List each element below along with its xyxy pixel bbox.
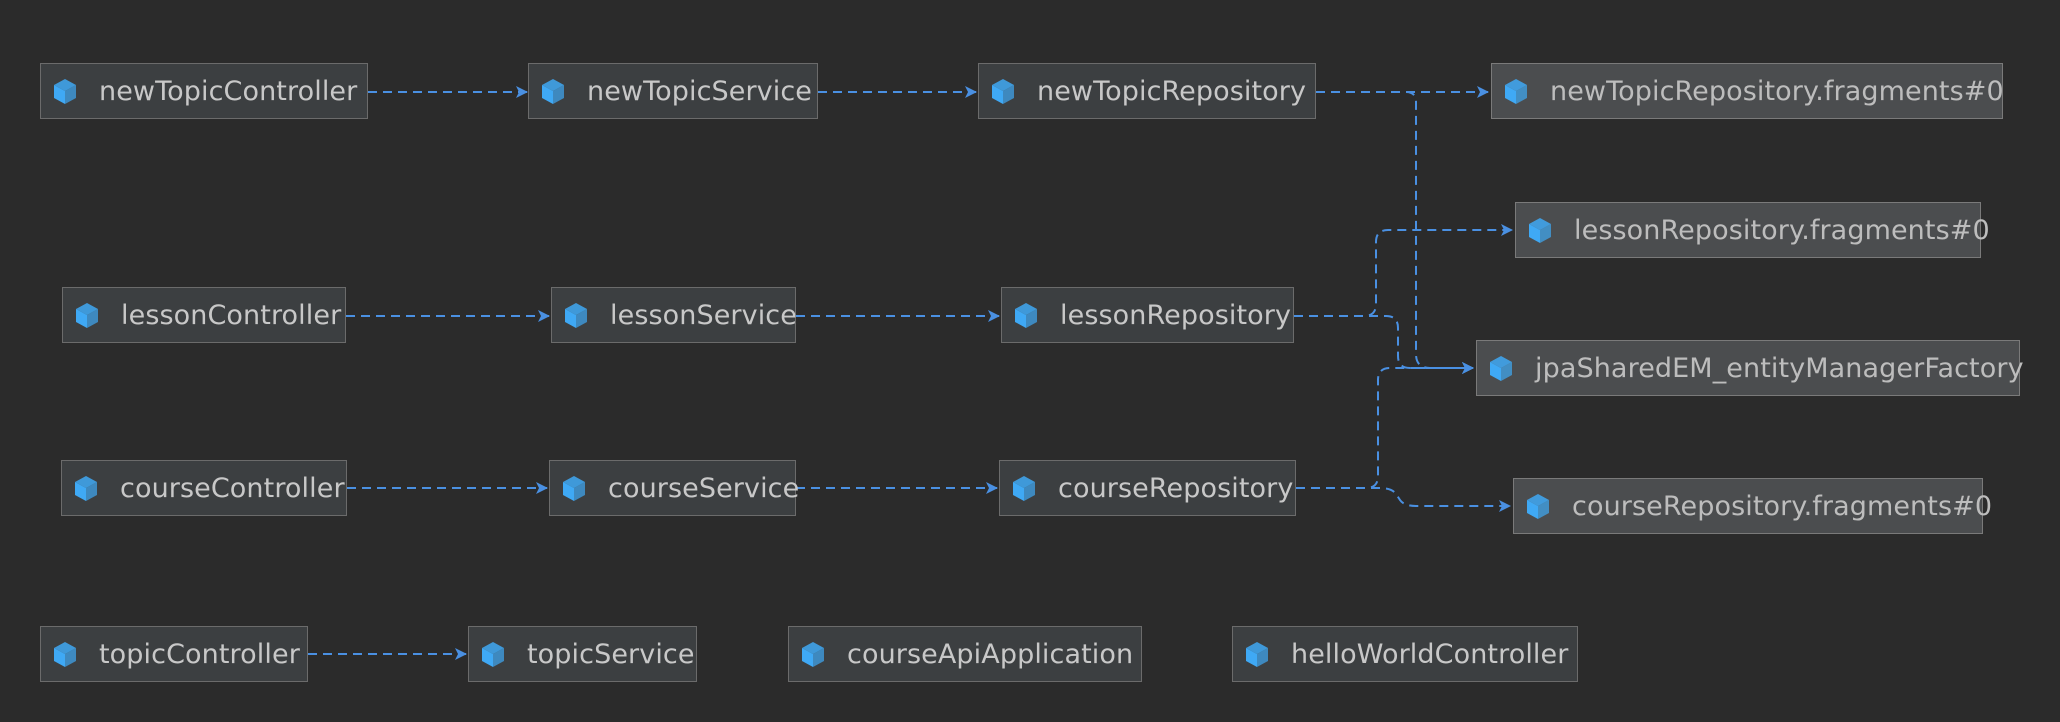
bean-label: lessonService — [610, 299, 797, 331]
spring-bean-cube-icon — [1526, 215, 1554, 245]
bean-label: lessonRepository.fragments#0 — [1574, 214, 1990, 246]
bean-label: helloWorldController — [1291, 638, 1569, 670]
bean-label: newTopicService — [587, 75, 813, 107]
bean-label: lessonRepository — [1060, 299, 1292, 331]
bean-label: topicService — [527, 638, 695, 670]
spring-bean-cube-icon — [1502, 76, 1530, 106]
bean-node-newTopicService[interactable]: newTopicService — [528, 63, 818, 119]
spring-bean-cube-icon — [479, 639, 507, 669]
bean-label: courseController — [120, 472, 345, 504]
bean-node-courseService[interactable]: courseService — [549, 460, 800, 516]
bean-node-newTopicController[interactable]: newTopicController — [40, 63, 368, 119]
bean-node-lessonController[interactable]: lessonController — [62, 287, 346, 343]
edge-courseRepository-jpaSharedEM — [1296, 362, 1474, 489]
bean-node-newTopicRepository-fragments[interactable]: newTopicRepository.fragments#0 — [1491, 63, 2004, 119]
bean-node-lessonRepository[interactable]: lessonRepository — [1001, 287, 1294, 343]
bean-label: newTopicController — [99, 75, 358, 107]
edge-courseRepository-courseRepositoryFragments — [1296, 487, 1511, 512]
bean-label: newTopicRepository.fragments#0 — [1550, 75, 2004, 107]
bean-label: courseService — [608, 472, 800, 504]
bean-label: newTopicRepository — [1037, 75, 1307, 107]
spring-bean-cube-icon — [1243, 639, 1271, 669]
spring-bean-cube-icon — [1012, 300, 1040, 330]
bean-node-courseApiApplication[interactable]: courseApiApplication — [788, 626, 1142, 682]
bean-dependency-diagram: newTopicController newTopicService newTo… — [0, 0, 2060, 722]
bean-node-lessonService[interactable]: lessonService — [551, 287, 797, 343]
bean-node-topicService[interactable]: topicService — [468, 626, 697, 682]
bean-node-courseRepository-fragments[interactable]: courseRepository.fragments#0 — [1513, 478, 1992, 534]
edge-lessonRepository-lessonRepositoryFragments — [1294, 224, 1513, 317]
spring-bean-cube-icon — [51, 639, 79, 669]
bean-label: topicController — [99, 638, 300, 670]
spring-bean-cube-icon — [560, 473, 588, 503]
bean-node-courseController[interactable]: courseController — [61, 460, 347, 516]
bean-label: lessonController — [121, 299, 342, 331]
bean-node-courseRepository[interactable]: courseRepository — [999, 460, 1296, 516]
spring-bean-cube-icon — [799, 639, 827, 669]
edge-lessonRepository-jpaSharedEM — [1294, 315, 1474, 374]
bean-node-helloWorldController[interactable]: helloWorldController — [1232, 626, 1578, 682]
bean-node-jpaSharedEM-entityManagerFactory[interactable]: jpaSharedEM_entityManagerFactory — [1476, 340, 2024, 396]
bean-label: courseApiApplication — [847, 638, 1134, 670]
spring-bean-cube-icon — [51, 76, 79, 106]
spring-bean-cube-icon — [1487, 353, 1515, 383]
bean-node-lessonRepository-fragments[interactable]: lessonRepository.fragments#0 — [1515, 202, 1990, 258]
spring-bean-cube-icon — [73, 300, 101, 330]
bean-label: courseRepository — [1058, 472, 1294, 504]
spring-bean-cube-icon — [562, 300, 590, 330]
spring-bean-cube-icon — [1010, 473, 1038, 503]
spring-bean-cube-icon — [72, 473, 100, 503]
bean-label: jpaSharedEM_entityManagerFactory — [1535, 352, 2024, 384]
bean-label: courseRepository.fragments#0 — [1572, 490, 1993, 522]
spring-bean-cube-icon — [1524, 491, 1552, 521]
spring-bean-cube-icon — [539, 76, 567, 106]
spring-bean-cube-icon — [989, 76, 1017, 106]
bean-node-newTopicRepository[interactable]: newTopicRepository — [978, 63, 1316, 119]
bean-node-topicController[interactable]: topicController — [40, 626, 308, 682]
